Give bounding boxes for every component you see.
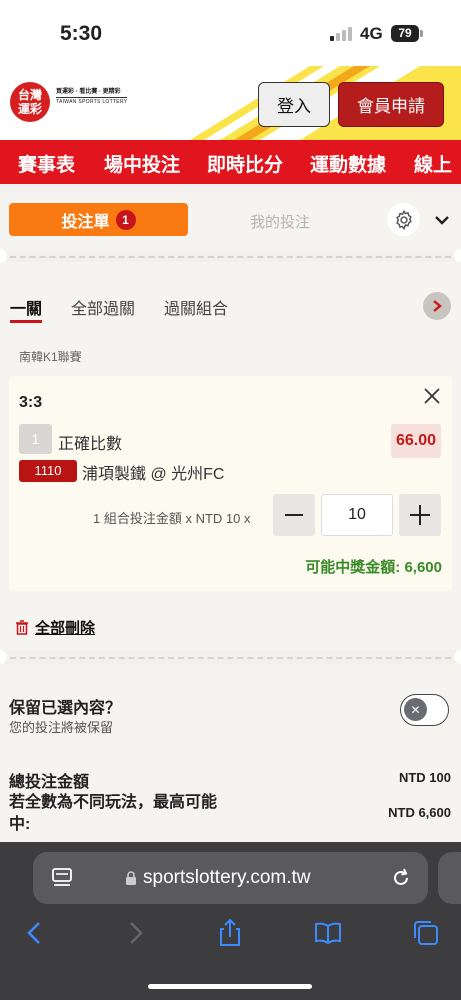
increase-quantity-button[interactable] [399, 494, 441, 536]
tab-all-parlay[interactable]: 全部過關 [71, 295, 135, 319]
quantity-input[interactable]: 10 [321, 494, 393, 536]
browser-chrome: sportslottery.com.tw [0, 842, 461, 1000]
max-payout-label: 若全數為不同玩法，最高可能中: [9, 794, 218, 833]
decrease-quantity-button[interactable] [273, 494, 315, 536]
max-payout-amount: NTD 6,600 [388, 805, 451, 820]
totals-section: 總投注金額 NTD 100 若全數為不同玩法，最高可能中: NTD 6,600 [0, 754, 461, 842]
keep-selections-section: 保留已選內容？ 您的投注將被保留 ✕ [0, 664, 461, 754]
nav-item-live-scores[interactable]: 即時比分 [207, 150, 283, 177]
url-text: sportslottery.com.tw [143, 867, 311, 888]
reload-icon[interactable] [389, 866, 413, 890]
signal-icon [330, 27, 354, 41]
chevron-right-icon[interactable] [423, 292, 451, 320]
next-tab-preview[interactable] [438, 852, 461, 904]
selection-card: 3:3 1 正確比數 66.00 1110 浦項製鐵 @ 光州FC 1 組合投注… [9, 376, 452, 591]
status-time: 5:30 [60, 22, 103, 45]
logo-line-2: 運彩 [17, 102, 42, 116]
divider-dashed [0, 657, 461, 659]
ticket-notch-right [454, 249, 461, 263]
ticket-notch-left [0, 650, 7, 664]
delete-all-label: 全部刪除 [35, 620, 96, 637]
back-icon[interactable] [20, 918, 50, 948]
site-header: 台灣 運彩 買運彩 · 看比賽 · 更精彩 TAIWAN SPORTS LOTT… [0, 66, 461, 140]
tab-my-bets[interactable]: 我的投注 [200, 211, 360, 232]
total-stake-amount: NTD 100 [398, 770, 451, 785]
logo-tagline: 買運彩 · 看比賽 · 更精彩 [56, 89, 121, 95]
plus-icon [410, 505, 430, 525]
market-name: 正確比數 [58, 436, 123, 453]
ticket-notch-right [454, 650, 461, 664]
toggle-off-icon: ✕ [404, 698, 427, 721]
total-stake-label: 總投注金額 [9, 774, 90, 791]
divider-dashed [0, 256, 461, 258]
login-button[interactable]: 登入 [258, 82, 330, 127]
keep-selections-subtitle: 您的投注將被保留 [9, 720, 114, 735]
address-bar[interactable]: sportslottery.com.tw [33, 852, 428, 904]
signup-button[interactable]: 會員申請 [338, 82, 444, 127]
chevron-down-icon[interactable] [432, 210, 452, 230]
delete-all-button[interactable]: 全部刪除 [15, 617, 95, 638]
tab-parlay-combo[interactable]: 過關組合 [164, 295, 228, 319]
nav-item-live-betting[interactable]: 場中投注 [104, 150, 180, 177]
tab-single[interactable]: 一關 [10, 295, 42, 319]
battery-cap [420, 30, 423, 37]
brand-logo-text: 買運彩 · 看比賽 · 更精彩 TAIWAN SPORTS LOTTERY [56, 88, 128, 107]
trash-icon [16, 620, 28, 635]
match-name: 浦項製鐵 @ 光州FC [82, 466, 225, 483]
nav-item-sports-data[interactable]: 運動數據 [310, 150, 386, 177]
keep-selections-toggle[interactable]: ✕ [400, 694, 449, 726]
logo-line-1: 台灣 [17, 88, 42, 102]
nav-item-online[interactable]: 線上 [414, 150, 452, 177]
combo-stake-text: 1 組合投注金額 x NTD 10 x [93, 511, 251, 526]
selection-score: 3:3 [19, 394, 43, 411]
tabs-icon[interactable] [411, 918, 441, 948]
betslip-header: 投注單 1 我的投注 [0, 192, 461, 252]
minus-icon [285, 514, 303, 516]
reader-mode-icon[interactable] [51, 866, 73, 890]
active-tab-underline [10, 320, 42, 323]
betslip-count-badge: 1 [115, 209, 136, 230]
tab-betslip-label: 投注單 [61, 213, 110, 231]
odds-value: 66.00 [391, 424, 441, 458]
tab-betslip[interactable]: 投注單 1 [9, 203, 188, 236]
keep-selections-title: 保留已選內容？ [9, 700, 122, 717]
betslip-body: 一關 全部過關 過關組合 南韓K1聯賽 3:3 1 正確比數 66.00 111… [0, 262, 461, 650]
close-icon[interactable] [423, 387, 441, 405]
network-type: 4G [360, 24, 383, 43]
lock-icon [126, 870, 136, 885]
home-indicator[interactable] [148, 984, 312, 989]
battery-icon: 79 [391, 25, 419, 42]
main-nav: 賽事表 場中投注 即時比分 運動數據 線上 [0, 140, 461, 184]
share-icon[interactable] [215, 918, 245, 948]
league-name: 南韓K1聯賽 [19, 350, 82, 364]
status-bar: 5:30 4G 79 [0, 0, 461, 66]
selection-number: 1 [19, 424, 52, 454]
url-display: sportslottery.com.tw [125, 867, 311, 889]
match-id: 1110 [19, 460, 77, 482]
settings-gear-icon[interactable] [387, 203, 420, 236]
logo-english: TAIWAN SPORTS LOTTERY [56, 97, 128, 105]
forward-icon[interactable] [120, 918, 150, 948]
bookmarks-icon[interactable] [313, 918, 343, 948]
potential-payout: 可能中獎金額: 6,600 [305, 559, 442, 576]
nav-item-schedule[interactable]: 賽事表 [18, 150, 75, 177]
brand-logo[interactable]: 台灣 運彩 [10, 82, 50, 122]
